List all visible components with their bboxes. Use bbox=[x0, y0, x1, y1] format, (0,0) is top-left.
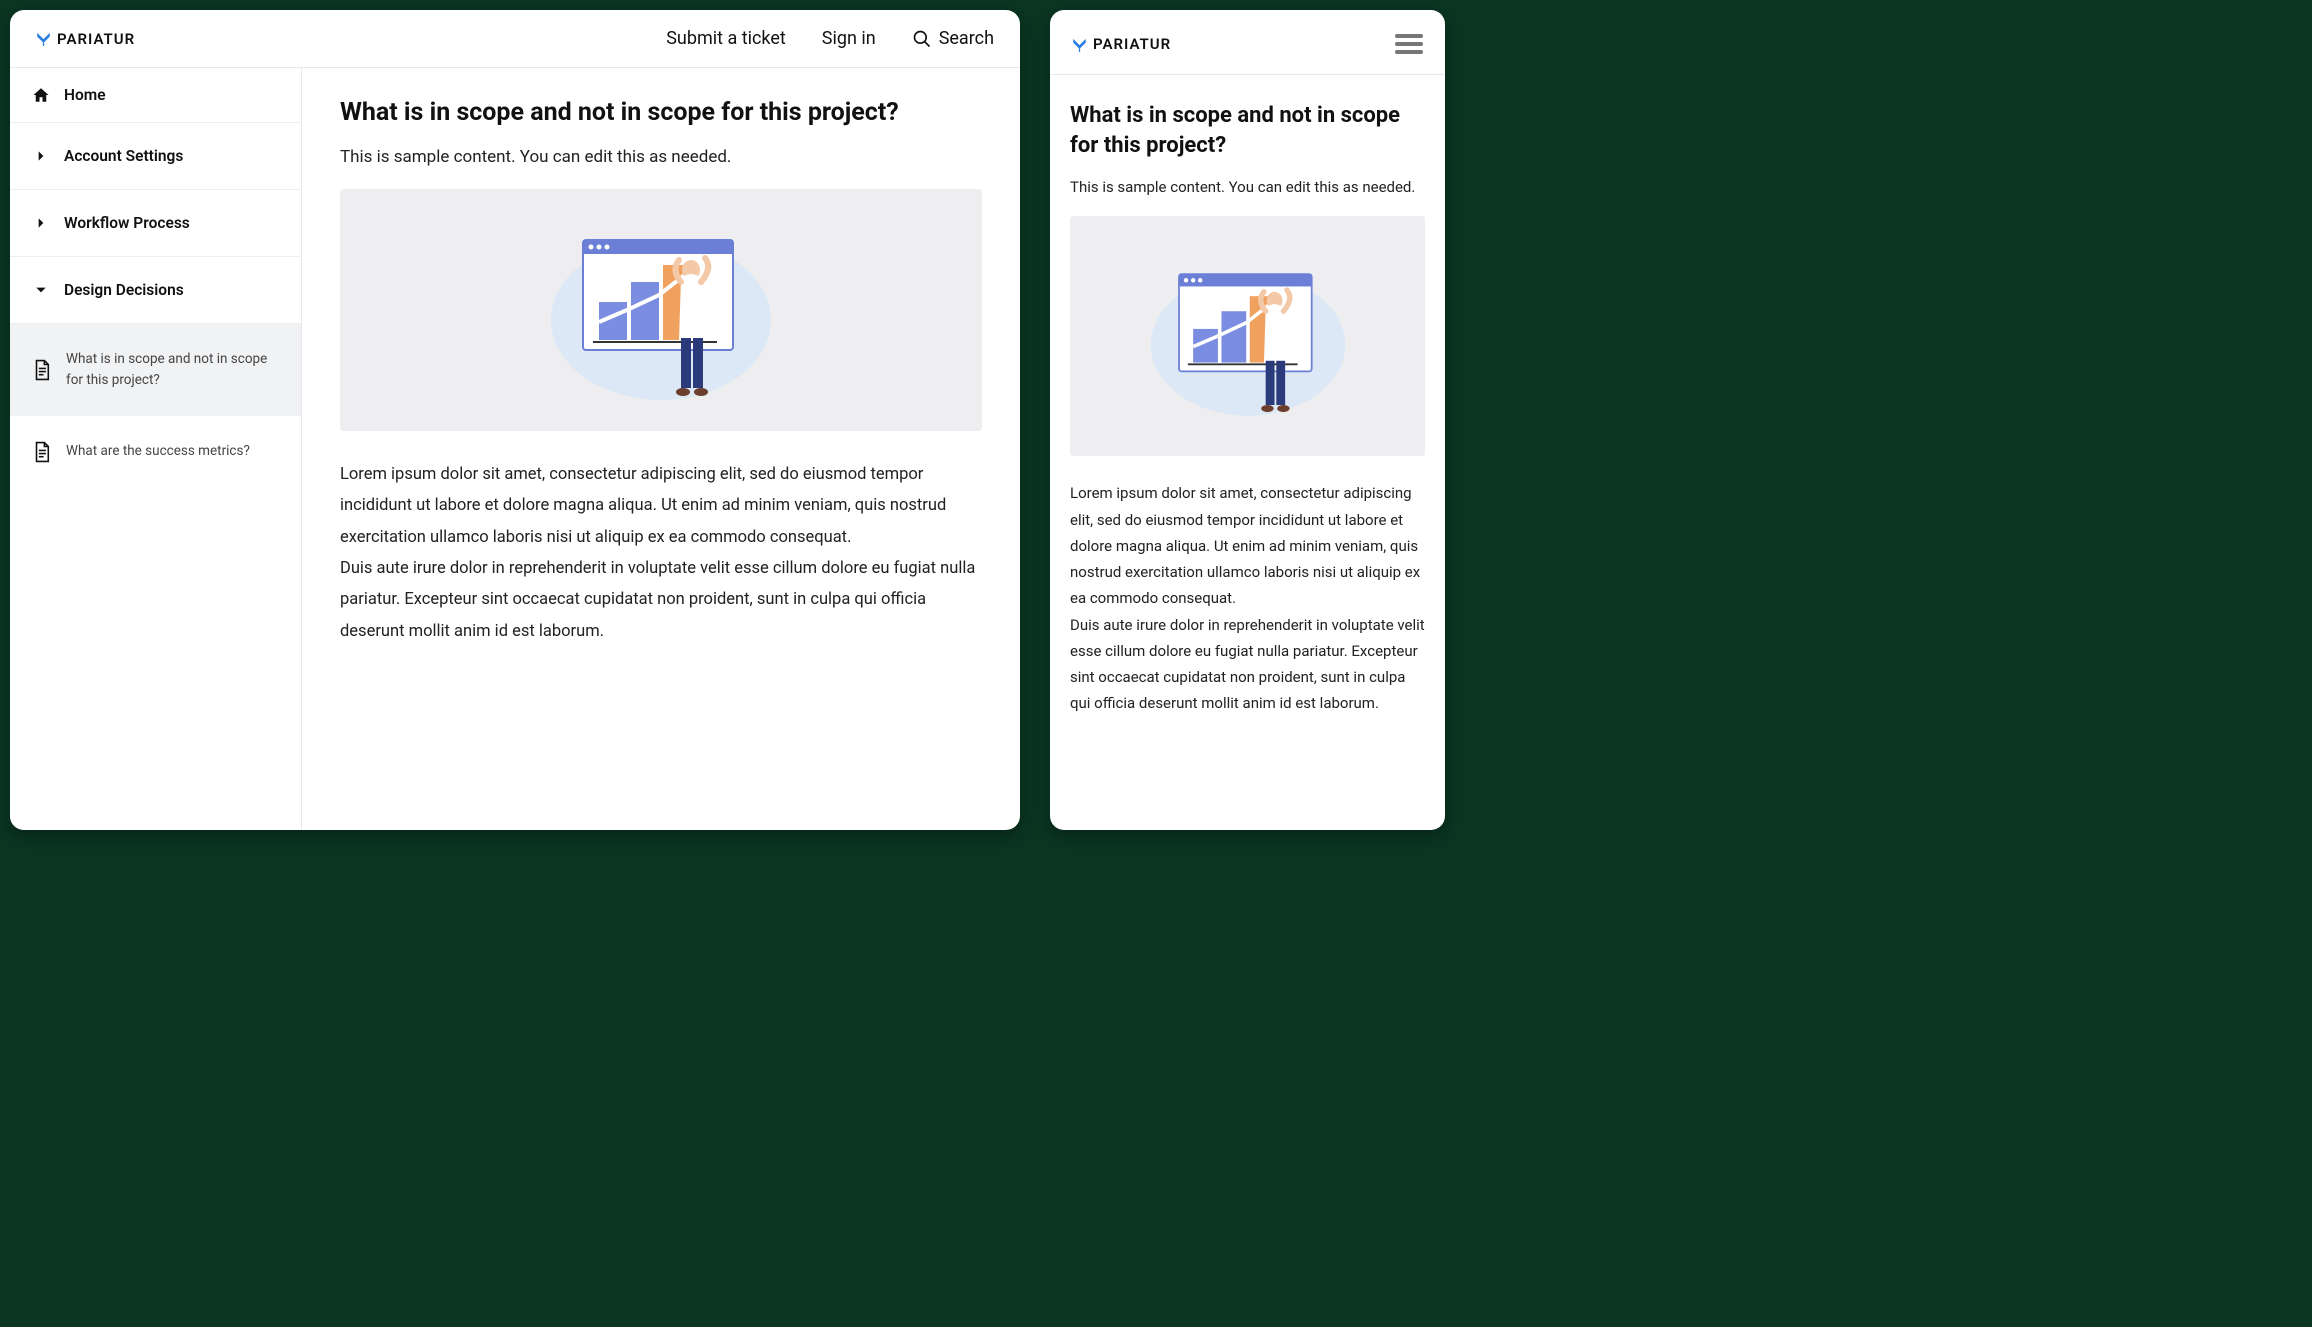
home-icon bbox=[32, 86, 50, 104]
brand-mark-icon bbox=[36, 31, 51, 46]
hamburger-icon bbox=[1395, 34, 1423, 54]
sidebar-item-design-decisions[interactable]: Design Decisions bbox=[10, 257, 301, 324]
sign-in-link[interactable]: Sign in bbox=[822, 28, 876, 49]
article-paragraph-1: Lorem ipsum dolor sit amet, consectetur … bbox=[340, 459, 982, 553]
article-lead-mobile: This is sample content. You can edit thi… bbox=[1070, 178, 1425, 196]
sidebar-item-account-settings[interactable]: Account Settings bbox=[10, 123, 301, 190]
mobile-view: PARIATUR What is in scope and not in sco… bbox=[1050, 10, 1445, 830]
sidebar-item-label: Workflow Process bbox=[64, 214, 190, 232]
main-content: What is in scope and not in scope for th… bbox=[302, 68, 1020, 830]
search-label: Search bbox=[939, 28, 994, 49]
article-illustration bbox=[340, 189, 982, 431]
article-lead: This is sample content. You can edit thi… bbox=[340, 147, 982, 167]
mobile-main-content: What is in scope and not in scope for th… bbox=[1050, 75, 1445, 830]
chart-person-illustration-icon bbox=[531, 210, 791, 410]
article-paragraph-2-mobile: Duis aute irure dolor in reprehenderit i… bbox=[1070, 612, 1425, 717]
sidebar-item-workflow-process[interactable]: Workflow Process bbox=[10, 190, 301, 257]
brand-logo-mobile[interactable]: PARIATUR bbox=[1072, 35, 1171, 53]
sidebar-subitem-metrics[interactable]: What are the success metrics? bbox=[10, 416, 301, 488]
sidebar-item-home[interactable]: Home bbox=[10, 68, 301, 123]
sidebar: Home Account Settings Workflow Process D… bbox=[10, 68, 302, 830]
document-icon bbox=[32, 441, 52, 463]
sidebar-subnav: What is in scope and not in scope for th… bbox=[10, 324, 301, 488]
header: PARIATUR Submit a ticket Sign in Search bbox=[10, 10, 1020, 68]
body: Home Account Settings Workflow Process D… bbox=[10, 68, 1020, 830]
brand-name-mobile: PARIATUR bbox=[1093, 35, 1171, 53]
document-icon bbox=[32, 359, 52, 381]
sidebar-subitem-scope[interactable]: What is in scope and not in scope for th… bbox=[10, 324, 301, 416]
sidebar-item-label: Home bbox=[64, 86, 106, 104]
submit-ticket-link[interactable]: Submit a ticket bbox=[666, 28, 786, 49]
sidebar-subitem-label: What is in scope and not in scope for th… bbox=[66, 349, 279, 391]
article-title: What is in scope and not in scope for th… bbox=[340, 98, 982, 127]
article-paragraph-2: Duis aute irure dolor in reprehenderit i… bbox=[340, 553, 982, 647]
search-button[interactable]: Search bbox=[912, 28, 994, 49]
chevron-right-icon bbox=[32, 214, 50, 232]
chevron-down-icon bbox=[32, 281, 50, 299]
mobile-header: PARIATUR bbox=[1050, 10, 1445, 75]
hamburger-menu-button[interactable] bbox=[1395, 30, 1423, 58]
header-actions: Submit a ticket Sign in Search bbox=[666, 28, 994, 49]
brand-logo[interactable]: PARIATUR bbox=[36, 30, 135, 48]
article-title-mobile: What is in scope and not in scope for th… bbox=[1070, 101, 1425, 160]
article-paragraph-1-mobile: Lorem ipsum dolor sit amet, consectetur … bbox=[1070, 480, 1425, 611]
brand-mark-icon bbox=[1072, 37, 1087, 52]
chevron-right-icon bbox=[32, 147, 50, 165]
search-icon bbox=[912, 29, 932, 49]
sidebar-item-label: Account Settings bbox=[64, 147, 183, 165]
sidebar-subitem-label: What are the success metrics? bbox=[66, 441, 250, 462]
sidebar-item-label: Design Decisions bbox=[64, 281, 184, 299]
brand-name: PARIATUR bbox=[57, 30, 135, 48]
article-illustration-mobile bbox=[1070, 216, 1425, 456]
chart-person-illustration-icon bbox=[1133, 241, 1363, 431]
desktop-view: PARIATUR Submit a ticket Sign in Search … bbox=[10, 10, 1020, 830]
